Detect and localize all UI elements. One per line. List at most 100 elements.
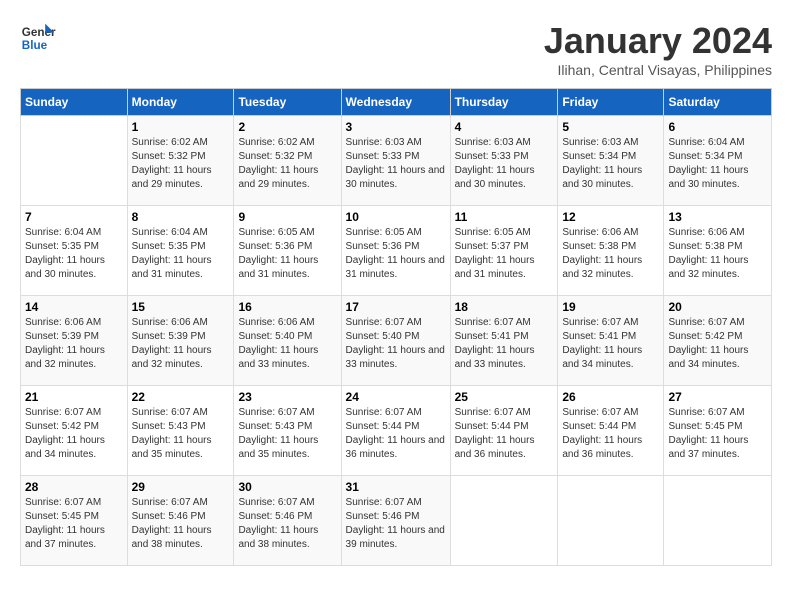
day-number: 16	[238, 300, 336, 314]
calendar-cell	[21, 116, 128, 206]
day-info: Sunrise: 6:07 AMSunset: 5:43 PMDaylight:…	[238, 406, 336, 462]
day-number: 3	[346, 120, 446, 134]
day-info: Sunrise: 6:05 AMSunset: 5:36 PMDaylight:…	[346, 226, 446, 282]
day-number: 31	[346, 480, 446, 494]
calendar-week-5: 28 Sunrise: 6:07 AMSunset: 5:45 PMDaylig…	[21, 476, 772, 566]
day-number: 8	[132, 210, 230, 224]
calendar-cell: 15 Sunrise: 6:06 AMSunset: 5:39 PMDaylig…	[127, 296, 234, 386]
calendar-cell: 7 Sunrise: 6:04 AMSunset: 5:35 PMDayligh…	[21, 206, 128, 296]
day-info: Sunrise: 6:07 AMSunset: 5:42 PMDaylight:…	[668, 316, 767, 372]
day-info: Sunrise: 6:07 AMSunset: 5:43 PMDaylight:…	[132, 406, 230, 462]
day-info: Sunrise: 6:07 AMSunset: 5:44 PMDaylight:…	[455, 406, 554, 462]
day-number: 21	[25, 390, 123, 404]
calendar-cell: 6 Sunrise: 6:04 AMSunset: 5:34 PMDayligh…	[664, 116, 772, 206]
calendar-cell	[450, 476, 558, 566]
day-number: 25	[455, 390, 554, 404]
calendar-cell: 30 Sunrise: 6:07 AMSunset: 5:46 PMDaylig…	[234, 476, 341, 566]
day-info: Sunrise: 6:07 AMSunset: 5:44 PMDaylight:…	[346, 406, 446, 462]
day-number: 30	[238, 480, 336, 494]
day-number: 20	[668, 300, 767, 314]
calendar-cell: 16 Sunrise: 6:06 AMSunset: 5:40 PMDaylig…	[234, 296, 341, 386]
calendar-cell: 21 Sunrise: 6:07 AMSunset: 5:42 PMDaylig…	[21, 386, 128, 476]
calendar-cell: 2 Sunrise: 6:02 AMSunset: 5:32 PMDayligh…	[234, 116, 341, 206]
logo-icon: General Blue	[20, 20, 56, 56]
calendar-cell: 23 Sunrise: 6:07 AMSunset: 5:43 PMDaylig…	[234, 386, 341, 476]
day-number: 11	[455, 210, 554, 224]
day-info: Sunrise: 6:06 AMSunset: 5:38 PMDaylight:…	[562, 226, 659, 282]
day-info: Sunrise: 6:05 AMSunset: 5:37 PMDaylight:…	[455, 226, 554, 282]
day-info: Sunrise: 6:02 AMSunset: 5:32 PMDaylight:…	[238, 136, 336, 192]
calendar-cell: 27 Sunrise: 6:07 AMSunset: 5:45 PMDaylig…	[664, 386, 772, 476]
header-saturday: Saturday	[664, 89, 772, 116]
calendar-week-2: 7 Sunrise: 6:04 AMSunset: 5:35 PMDayligh…	[21, 206, 772, 296]
calendar-cell: 29 Sunrise: 6:07 AMSunset: 5:46 PMDaylig…	[127, 476, 234, 566]
calendar-cell	[664, 476, 772, 566]
calendar-cell: 12 Sunrise: 6:06 AMSunset: 5:38 PMDaylig…	[558, 206, 664, 296]
day-info: Sunrise: 6:07 AMSunset: 5:44 PMDaylight:…	[562, 406, 659, 462]
calendar-cell: 31 Sunrise: 6:07 AMSunset: 5:46 PMDaylig…	[341, 476, 450, 566]
calendar-cell: 17 Sunrise: 6:07 AMSunset: 5:40 PMDaylig…	[341, 296, 450, 386]
day-info: Sunrise: 6:04 AMSunset: 5:35 PMDaylight:…	[25, 226, 123, 282]
svg-text:Blue: Blue	[22, 39, 48, 52]
header-wednesday: Wednesday	[341, 89, 450, 116]
calendar-cell: 20 Sunrise: 6:07 AMSunset: 5:42 PMDaylig…	[664, 296, 772, 386]
calendar-week-4: 21 Sunrise: 6:07 AMSunset: 5:42 PMDaylig…	[21, 386, 772, 476]
day-info: Sunrise: 6:07 AMSunset: 5:41 PMDaylight:…	[455, 316, 554, 372]
day-info: Sunrise: 6:03 AMSunset: 5:33 PMDaylight:…	[346, 136, 446, 192]
day-info: Sunrise: 6:04 AMSunset: 5:34 PMDaylight:…	[668, 136, 767, 192]
calendar-cell: 4 Sunrise: 6:03 AMSunset: 5:33 PMDayligh…	[450, 116, 558, 206]
day-info: Sunrise: 6:07 AMSunset: 5:40 PMDaylight:…	[346, 316, 446, 372]
calendar-cell: 25 Sunrise: 6:07 AMSunset: 5:44 PMDaylig…	[450, 386, 558, 476]
day-info: Sunrise: 6:07 AMSunset: 5:46 PMDaylight:…	[132, 496, 230, 552]
day-info: Sunrise: 6:07 AMSunset: 5:46 PMDaylight:…	[238, 496, 336, 552]
calendar-cell: 1 Sunrise: 6:02 AMSunset: 5:32 PMDayligh…	[127, 116, 234, 206]
day-info: Sunrise: 6:03 AMSunset: 5:34 PMDaylight:…	[562, 136, 659, 192]
day-info: Sunrise: 6:06 AMSunset: 5:39 PMDaylight:…	[132, 316, 230, 372]
day-number: 22	[132, 390, 230, 404]
calendar-cell: 18 Sunrise: 6:07 AMSunset: 5:41 PMDaylig…	[450, 296, 558, 386]
calendar-header-row: SundayMondayTuesdayWednesdayThursdayFrid…	[21, 89, 772, 116]
day-number: 28	[25, 480, 123, 494]
location: Ilihan, Central Visayas, Philippines	[544, 62, 772, 78]
page-header: General Blue January 2024 Ilihan, Centra…	[20, 20, 772, 78]
calendar-cell: 24 Sunrise: 6:07 AMSunset: 5:44 PMDaylig…	[341, 386, 450, 476]
day-number: 26	[562, 390, 659, 404]
day-number: 23	[238, 390, 336, 404]
calendar-cell: 5 Sunrise: 6:03 AMSunset: 5:34 PMDayligh…	[558, 116, 664, 206]
calendar-cell	[558, 476, 664, 566]
day-number: 15	[132, 300, 230, 314]
calendar-week-1: 1 Sunrise: 6:02 AMSunset: 5:32 PMDayligh…	[21, 116, 772, 206]
day-number: 29	[132, 480, 230, 494]
calendar-week-3: 14 Sunrise: 6:06 AMSunset: 5:39 PMDaylig…	[21, 296, 772, 386]
day-number: 14	[25, 300, 123, 314]
header-tuesday: Tuesday	[234, 89, 341, 116]
day-info: Sunrise: 6:07 AMSunset: 5:46 PMDaylight:…	[346, 496, 446, 552]
calendar-cell: 13 Sunrise: 6:06 AMSunset: 5:38 PMDaylig…	[664, 206, 772, 296]
calendar-cell: 8 Sunrise: 6:04 AMSunset: 5:35 PMDayligh…	[127, 206, 234, 296]
day-number: 5	[562, 120, 659, 134]
header-sunday: Sunday	[21, 89, 128, 116]
day-number: 18	[455, 300, 554, 314]
day-info: Sunrise: 6:07 AMSunset: 5:45 PMDaylight:…	[25, 496, 123, 552]
header-monday: Monday	[127, 89, 234, 116]
day-info: Sunrise: 6:06 AMSunset: 5:38 PMDaylight:…	[668, 226, 767, 282]
calendar-cell: 22 Sunrise: 6:07 AMSunset: 5:43 PMDaylig…	[127, 386, 234, 476]
calendar-cell: 14 Sunrise: 6:06 AMSunset: 5:39 PMDaylig…	[21, 296, 128, 386]
day-number: 27	[668, 390, 767, 404]
day-number: 7	[25, 210, 123, 224]
day-info: Sunrise: 6:07 AMSunset: 5:41 PMDaylight:…	[562, 316, 659, 372]
day-info: Sunrise: 6:06 AMSunset: 5:39 PMDaylight:…	[25, 316, 123, 372]
day-info: Sunrise: 6:07 AMSunset: 5:45 PMDaylight:…	[668, 406, 767, 462]
calendar-cell: 26 Sunrise: 6:07 AMSunset: 5:44 PMDaylig…	[558, 386, 664, 476]
day-number: 6	[668, 120, 767, 134]
day-number: 24	[346, 390, 446, 404]
calendar-cell: 3 Sunrise: 6:03 AMSunset: 5:33 PMDayligh…	[341, 116, 450, 206]
calendar-cell: 28 Sunrise: 6:07 AMSunset: 5:45 PMDaylig…	[21, 476, 128, 566]
day-info: Sunrise: 6:04 AMSunset: 5:35 PMDaylight:…	[132, 226, 230, 282]
title-section: January 2024 Ilihan, Central Visayas, Ph…	[544, 20, 772, 78]
day-number: 10	[346, 210, 446, 224]
calendar-cell: 10 Sunrise: 6:05 AMSunset: 5:36 PMDaylig…	[341, 206, 450, 296]
day-number: 9	[238, 210, 336, 224]
month-title: January 2024	[544, 20, 772, 62]
day-number: 1	[132, 120, 230, 134]
